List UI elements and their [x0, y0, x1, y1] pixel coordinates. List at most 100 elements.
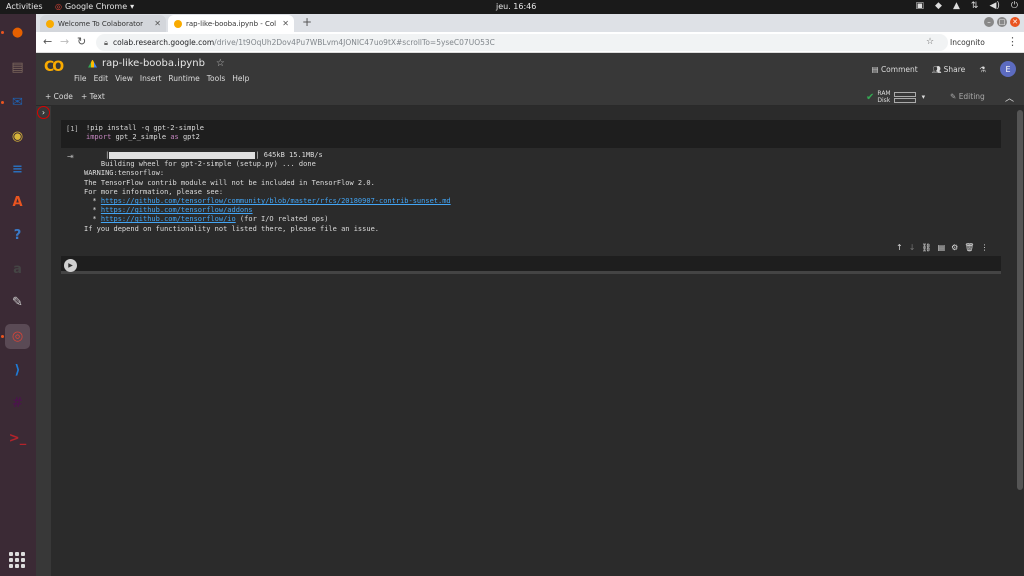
chevron-right-icon[interactable]: › [37, 106, 50, 119]
star-icon[interactable]: ☆ [216, 58, 225, 69]
dock-thunderbird-icon[interactable]: ✉ [5, 90, 30, 115]
network-icon[interactable]: ⇅ [971, 1, 979, 11]
tab-rap-like-booba[interactable]: rap-like-booba.ipynb - Col ✕ [168, 15, 294, 32]
editing-label: Editing [958, 92, 985, 101]
tab-label: rap-like-booba.ipynb - Col [186, 19, 277, 28]
system-tray[interactable]: ▣ ◆ ▲ ⇅ ◀) ⏻ [916, 1, 1018, 11]
share-button[interactable]: 👥︎ Share [932, 65, 966, 74]
keyword-as: as [170, 133, 179, 141]
menu-help[interactable]: Help [232, 74, 249, 83]
output-text: | | 645kB 15.1MB/s Building wheel for gpt… [84, 151, 451, 233]
show-applications-button[interactable] [9, 552, 25, 568]
vscode-icon: ⟩ [14, 363, 21, 378]
connect-dropdown-icon[interactable]: ▾ [922, 93, 926, 101]
keyword-import: import [86, 133, 112, 141]
scrollbar-thumb[interactable] [1017, 110, 1023, 490]
toolbar: ← → ↻ 🔒︎ colab.research.google.com/drive… [36, 32, 1024, 53]
forward-icon[interactable]: → [60, 35, 69, 48]
browser-menu-icon[interactable]: ⋮ [1007, 35, 1018, 48]
google-drive-icon [88, 59, 97, 68]
settings-flask-icon[interactable]: ⚗ [979, 65, 986, 74]
dock-rhythmbox-icon[interactable]: ◉ [5, 124, 30, 149]
app-menu[interactable]: ◎ Google Chrome ▾ [55, 2, 134, 11]
resources-indicator[interactable]: ✔ RAM Disk ▾ [866, 90, 925, 104]
close-tab-icon[interactable]: ✕ [282, 19, 289, 28]
avatar[interactable]: E [1000, 61, 1016, 77]
incognito-label: Incognito [950, 38, 985, 47]
code-editor[interactable]: !pip install -q gpt-2-simple import gpt_… [86, 124, 204, 142]
activities-button[interactable]: Activities [6, 2, 43, 11]
move-down-icon[interactable]: ↓ [909, 243, 916, 252]
tray-app-icon[interactable]: ▣ [916, 1, 925, 11]
editing-mode-button[interactable]: ✎ Editing [950, 92, 985, 101]
maximize-icon[interactable]: □ [997, 17, 1007, 27]
disk-label: Disk [877, 97, 891, 104]
dock-files-icon[interactable]: ▤ [5, 55, 30, 80]
comment-icon[interactable]: ▤ [938, 243, 946, 252]
disk-bar [893, 97, 916, 103]
menu-tools[interactable]: Tools [207, 74, 225, 83]
help-icon: ? [13, 228, 22, 243]
move-up-icon[interactable]: ↑ [896, 243, 903, 252]
add-code-button[interactable]: + Code [45, 92, 73, 101]
empty-code-cell[interactable]: ▶ [61, 256, 1001, 274]
close-window-icon[interactable]: ✕ [1010, 17, 1020, 27]
output-line: (for I/O related ops) [235, 215, 329, 224]
output-line: The TensorFlow contrib module will not b… [84, 178, 375, 187]
menu-view[interactable]: View [115, 74, 133, 83]
dock-text-editor-icon[interactable]: ✎ [5, 290, 30, 315]
dock-amazon-icon[interactable]: a [5, 257, 30, 282]
incognito-indicator[interactable]: Incognito [950, 38, 985, 47]
dock-slack-icon[interactable]: # [5, 391, 30, 416]
dock-vscode-icon[interactable]: ⟩ [5, 358, 30, 383]
bookmark-star-icon[interactable]: ☆ [926, 37, 934, 47]
back-icon[interactable]: ← [43, 35, 52, 48]
address-bar[interactable]: 🔒︎ colab.research.google.com/drive/1t9Oq… [96, 34, 948, 51]
header-actions: ▤ Comment 👥︎ Share ⚗ E [871, 61, 1016, 77]
link-icon[interactable]: ⛓ [921, 243, 931, 252]
volume-icon[interactable]: ◀) [989, 1, 999, 11]
dropbox-icon[interactable]: ◆ [935, 1, 942, 11]
close-tab-icon[interactable]: ✕ [154, 19, 161, 28]
collapse-header-icon[interactable]: ︿ [1005, 91, 1014, 104]
clear-output-icon[interactable]: ⇥ [67, 152, 74, 161]
power-icon[interactable]: ⏻ [1011, 1, 1018, 11]
more-icon[interactable]: ⋮ [980, 243, 988, 252]
output-link[interactable]: https://github.com/tensorflow/community/… [101, 197, 451, 205]
dock-terminal-icon[interactable]: >_ [5, 426, 30, 451]
reload-icon[interactable]: ↻ [77, 35, 86, 48]
tab-welcome[interactable]: Welcome To Colaborator ✕ [40, 15, 166, 32]
comment-button[interactable]: ▤ Comment [871, 65, 917, 74]
output-link[interactable]: https://github.com/tensorflow/io [101, 215, 236, 223]
connected-check-icon: ✔ [866, 91, 875, 103]
new-tab-button[interactable]: + [302, 15, 312, 29]
add-text-button[interactable]: + Text [81, 92, 105, 101]
dock-software-center-icon[interactable]: A [5, 190, 30, 215]
dock-chrome-icon[interactable]: ◎ [5, 324, 30, 349]
software-center-icon: A [12, 195, 23, 210]
dock-firefox-icon[interactable]: ● [5, 20, 30, 45]
dock-help-icon[interactable]: ? [5, 223, 30, 248]
minimize-icon[interactable]: – [984, 17, 994, 27]
clock[interactable]: jeu. 16:46 [496, 2, 536, 11]
chevron-down-icon: ▾ [130, 2, 135, 11]
dock: ● ▤ ✉ ◉ ≡ A? a ✎ ◎ ⟩ # >_ [0, 14, 36, 576]
settings-icon[interactable]: ⚙ [951, 243, 958, 252]
libreoffice-writer-icon: ≡ [12, 162, 23, 177]
output-link[interactable]: https://github.com/tensorflow/addons [101, 206, 253, 214]
dock-libreoffice-writer-icon[interactable]: ≡ [5, 157, 30, 182]
run-cell-icon[interactable]: ▶ [64, 259, 77, 272]
menu-insert[interactable]: Insert [140, 74, 162, 83]
pencil-icon: ✎ [950, 92, 957, 101]
tray-app-icon[interactable]: ▲ [953, 1, 960, 11]
delete-icon[interactable]: 🗑︎ [964, 243, 974, 252]
colab-favicon-icon [46, 19, 54, 28]
code-cell[interactable]: [1] !pip install -q gpt-2-simple import … [61, 120, 1001, 148]
menu-file[interactable]: File [74, 74, 87, 83]
notebook-title[interactable]: rap-like-booba.ipynb ☆ [88, 58, 225, 69]
menu-edit[interactable]: Edit [94, 74, 109, 83]
scrollbar[interactable] [1016, 106, 1024, 576]
colab-logo-icon[interactable]: CO [44, 59, 66, 75]
menu-runtime[interactable]: Runtime [168, 74, 199, 83]
thunderbird-icon: ✉ [12, 95, 23, 110]
